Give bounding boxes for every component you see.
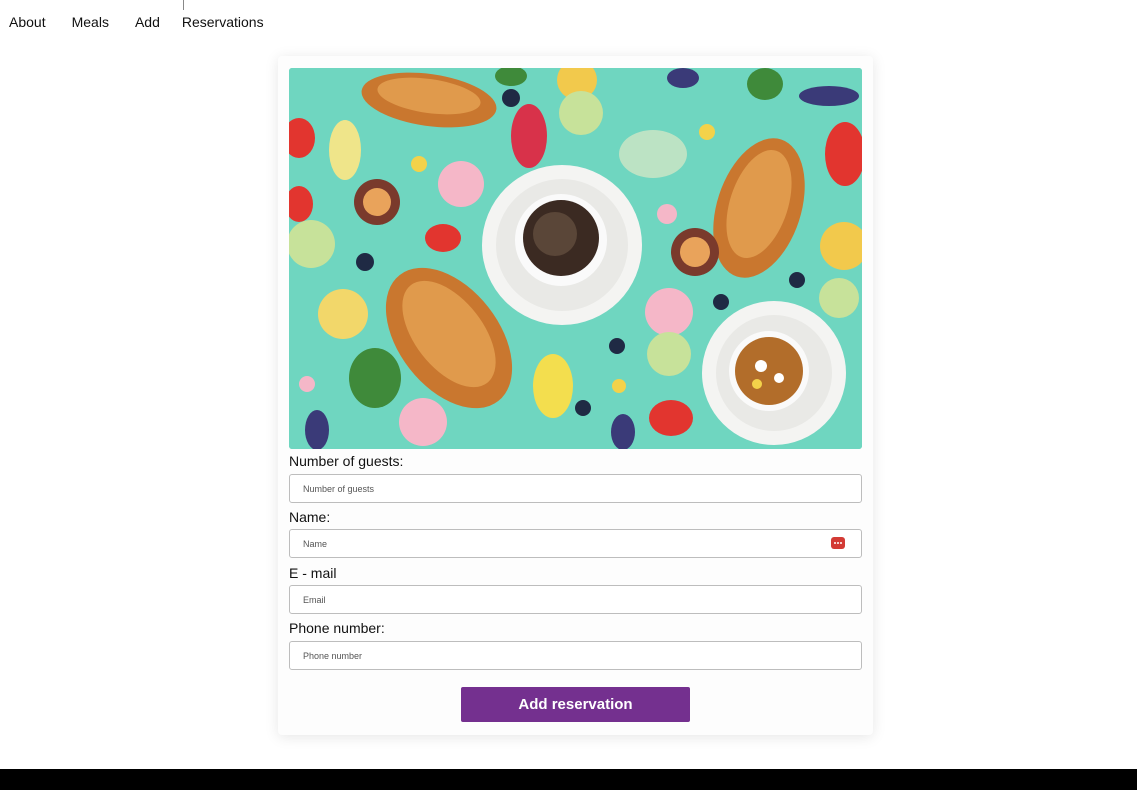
hero-image [289,68,862,449]
add-reservation-button[interactable]: Add reservation [461,687,690,722]
nav-add-link[interactable]: Add [135,13,160,31]
password-manager-icon[interactable] [831,537,845,549]
guests-input[interactable] [289,474,862,503]
name-input[interactable] [289,529,862,558]
email-input[interactable] [289,585,862,614]
top-nav: About Meals Add Reservations [0,0,290,44]
guests-label: Number of guests: [289,453,404,469]
nav-about-link[interactable]: About [9,13,46,31]
nav-meals-link[interactable]: Meals [72,13,109,31]
phone-label: Phone number: [289,620,385,636]
nav-divider [183,0,184,10]
nav-reservations-link[interactable]: Reservations [182,13,264,31]
email-label: E - mail [289,565,337,581]
footer-bar [0,769,1137,790]
reservation-card: Number of guests: Name: E - mail Phone n… [278,56,873,735]
name-label: Name: [289,509,331,525]
phone-input[interactable] [289,641,862,670]
breakfast-photo-icon [289,68,862,449]
